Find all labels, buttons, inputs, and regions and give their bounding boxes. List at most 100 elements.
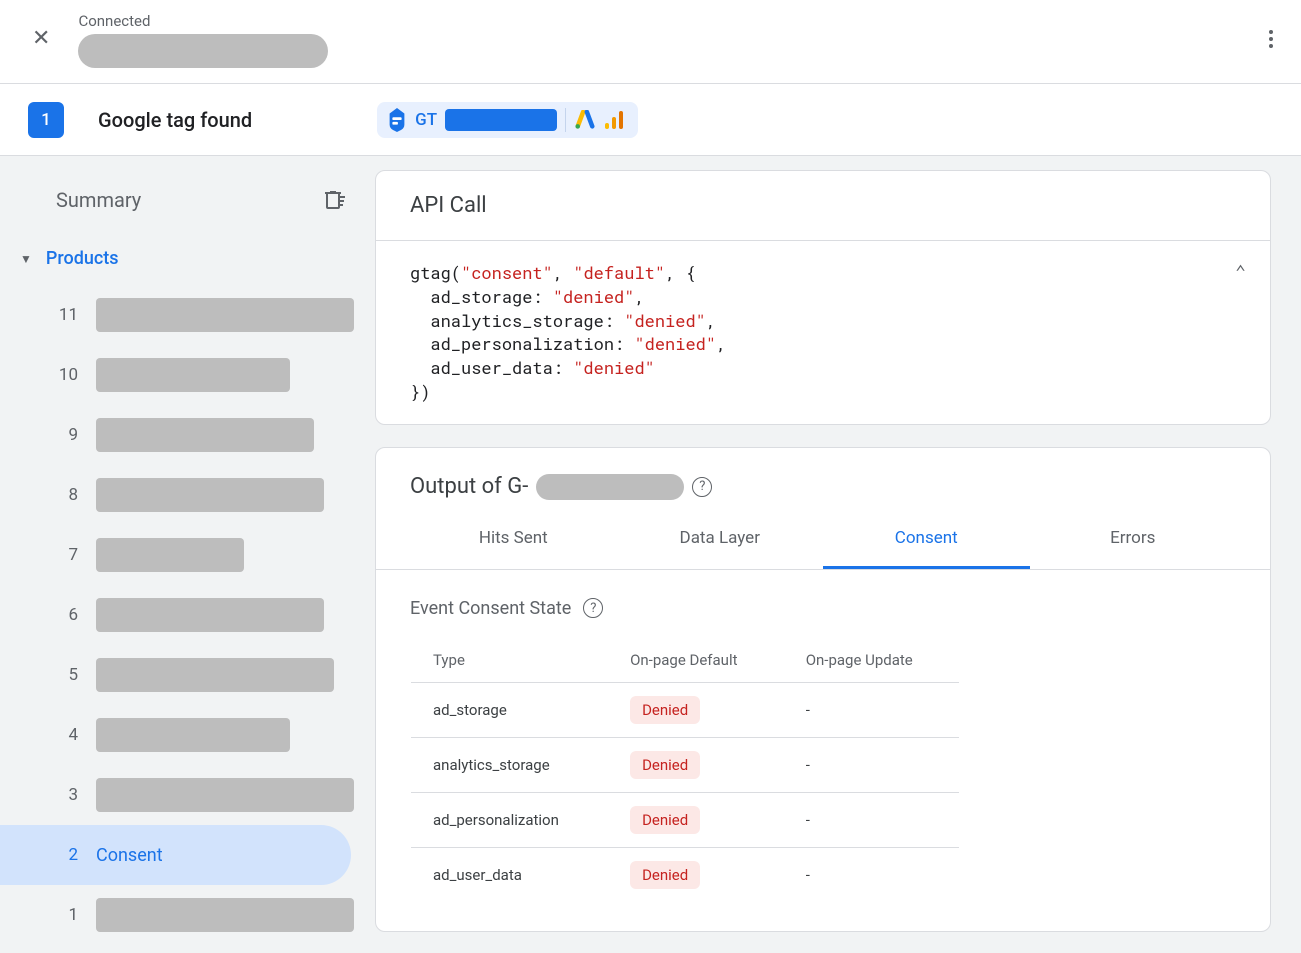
more-menu-icon[interactable] bbox=[1261, 22, 1281, 56]
table-row: ad_storage Denied - bbox=[411, 682, 960, 737]
collapse-chevron-icon[interactable]: ⌃ bbox=[1235, 259, 1246, 284]
consent-default-pill: Denied bbox=[630, 806, 700, 834]
sidebar-item-redacted bbox=[96, 598, 324, 632]
summary-row[interactable]: Summary bbox=[0, 180, 375, 220]
consent-default-pill: Denied bbox=[630, 751, 700, 779]
consent-default-pill: Denied bbox=[630, 861, 700, 889]
tag-count-badge: 1 bbox=[28, 102, 64, 138]
tag-id-redacted bbox=[445, 109, 557, 131]
output-card: Output of G- ? Hits SentData LayerConsen… bbox=[375, 447, 1271, 932]
sidebar-item-number: 2 bbox=[58, 845, 78, 865]
main-panel: API Call ⌃gtag("consent", "default", { a… bbox=[375, 156, 1301, 953]
sidebar-item-redacted bbox=[96, 778, 354, 812]
sidebar-item[interactable]: 11 bbox=[0, 285, 375, 345]
sidebar-item-redacted bbox=[96, 538, 244, 572]
products-label: Products bbox=[46, 248, 119, 269]
consent-update: - bbox=[784, 737, 960, 792]
domain-redacted bbox=[78, 34, 328, 68]
sidebar: Summary ▼ Products 11 10 9 8 7 6 5 4 3 2 Consent 1 bbox=[0, 156, 375, 953]
sidebar-item-redacted bbox=[96, 658, 334, 692]
subheader: 1 Google tag found GT bbox=[0, 84, 1301, 156]
consent-update: - bbox=[784, 847, 960, 902]
products-section-header[interactable]: ▼ Products bbox=[0, 220, 375, 285]
tab-hits-sent[interactable]: Hits Sent bbox=[410, 510, 617, 569]
sidebar-item-redacted bbox=[96, 718, 290, 752]
consent-table: TypeOn-page DefaultOn-page Update ad_sto… bbox=[410, 637, 960, 903]
sidebar-item[interactable]: 8 bbox=[0, 465, 375, 525]
clear-all-icon[interactable] bbox=[321, 188, 345, 212]
google-analytics-icon bbox=[604, 110, 624, 130]
consent-type: ad_user_data bbox=[411, 847, 609, 902]
consent-default: Denied bbox=[608, 792, 784, 847]
consent-default: Denied bbox=[608, 737, 784, 792]
help-icon[interactable]: ? bbox=[692, 477, 712, 497]
connection-block: Connected bbox=[78, 12, 328, 68]
consent-type: ad_storage bbox=[411, 682, 609, 737]
output-header: Output of G- ? bbox=[376, 448, 1270, 510]
sidebar-item[interactable]: 4 bbox=[0, 705, 375, 765]
sidebar-item[interactable]: 3 bbox=[0, 765, 375, 825]
tab-errors[interactable]: Errors bbox=[1030, 510, 1237, 569]
sidebar-item[interactable]: 6 bbox=[0, 585, 375, 645]
sidebar-item-number: 7 bbox=[58, 545, 78, 565]
tab-data-layer[interactable]: Data Layer bbox=[617, 510, 824, 569]
sidebar-item-number: 10 bbox=[58, 365, 78, 385]
header: ✕ Connected bbox=[0, 0, 1301, 84]
table-row: analytics_storage Denied - bbox=[411, 737, 960, 792]
sidebar-item-redacted bbox=[96, 418, 314, 452]
consent-panel: Event Consent State ? TypeOn-page Defaul… bbox=[376, 570, 1270, 931]
sidebar-item-number: 8 bbox=[58, 485, 78, 505]
sidebar-item-label: Consent bbox=[96, 845, 163, 866]
sidebar-item-redacted bbox=[96, 298, 354, 332]
api-call-card: API Call ⌃gtag("consent", "default", { a… bbox=[375, 170, 1271, 425]
sidebar-item-number: 5 bbox=[58, 665, 78, 685]
consent-default-pill: Denied bbox=[630, 696, 700, 724]
consent-panel-title: Event Consent State ? bbox=[410, 598, 1236, 619]
table-header-row: TypeOn-page DefaultOn-page Update bbox=[411, 637, 960, 682]
table-row: ad_user_data Denied - bbox=[411, 847, 960, 902]
sidebar-item-consent[interactable]: 2 Consent bbox=[0, 825, 351, 885]
consent-default: Denied bbox=[608, 682, 784, 737]
sidebar-item-number: 11 bbox=[58, 305, 78, 325]
close-icon[interactable]: ✕ bbox=[32, 26, 50, 51]
table-header: Type bbox=[411, 637, 609, 682]
consent-type: analytics_storage bbox=[411, 737, 609, 792]
sidebar-item-redacted bbox=[96, 478, 324, 512]
output-id-redacted bbox=[536, 474, 684, 500]
output-tabs: Hits SentData LayerConsentErrors bbox=[376, 510, 1270, 570]
output-title-prefix: Output of G- bbox=[410, 474, 528, 499]
connected-label: Connected bbox=[78, 12, 328, 30]
table-header: On-page Update bbox=[784, 637, 960, 682]
consent-default: Denied bbox=[608, 847, 784, 902]
sidebar-item[interactable]: 9 bbox=[0, 405, 375, 465]
consent-update: - bbox=[784, 682, 960, 737]
summary-label: Summary bbox=[56, 188, 309, 212]
chevron-down-icon: ▼ bbox=[20, 252, 32, 266]
table-body: ad_storage Denied - analytics_storage Denied… bbox=[411, 682, 960, 902]
sidebar-item-number: 9 bbox=[58, 425, 78, 445]
tag-chip[interactable]: GT bbox=[377, 102, 638, 138]
google-tag-icon bbox=[387, 108, 407, 132]
sidebar-item[interactable]: 5 bbox=[0, 645, 375, 705]
table-header: On-page Default bbox=[608, 637, 784, 682]
sidebar-item-redacted bbox=[96, 898, 354, 932]
google-ads-icon bbox=[574, 110, 596, 130]
sidebar-item[interactable]: 1 bbox=[0, 885, 375, 945]
api-call-code: ⌃gtag("consent", "default", { ad_storage… bbox=[376, 241, 1270, 424]
sidebar-item[interactable]: 10 bbox=[0, 345, 375, 405]
gt-prefix: GT bbox=[415, 110, 437, 130]
sidebar-item-number: 4 bbox=[58, 725, 78, 745]
api-call-title: API Call bbox=[376, 171, 1270, 241]
table-row: ad_personalizationDenied- bbox=[411, 792, 960, 847]
sidebar-item-number: 3 bbox=[58, 785, 78, 805]
help-icon[interactable]: ? bbox=[583, 598, 603, 618]
sidebar-item-number: 6 bbox=[58, 605, 78, 625]
tag-found-label: Google tag found bbox=[98, 108, 252, 132]
chip-divider bbox=[565, 108, 566, 132]
sidebar-item-redacted bbox=[96, 358, 290, 392]
consent-type: ad_personalization bbox=[411, 792, 609, 847]
tab-consent[interactable]: Consent bbox=[823, 510, 1030, 569]
sidebar-item[interactable]: 7 bbox=[0, 525, 375, 585]
sidebar-item-number: 1 bbox=[58, 905, 78, 925]
body: Summary ▼ Products 111098765432Consent1 … bbox=[0, 156, 1301, 953]
